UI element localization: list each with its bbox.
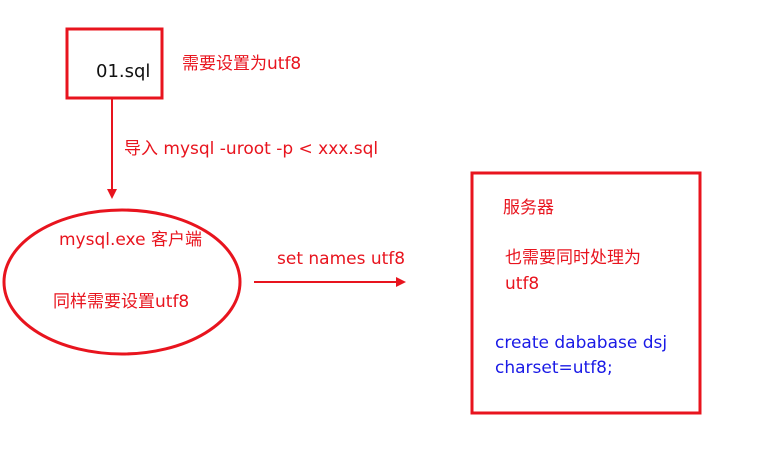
server-title: 服务器 — [503, 198, 554, 218]
import-note: 导入 mysql -uroot -p < xxx.sql — [124, 139, 379, 159]
set-names-label: set names utf8 — [277, 249, 406, 269]
server-note-line2: utf8 — [505, 274, 540, 294]
file-note: 需要设置为utf8 — [182, 54, 302, 74]
server-sql-line2: charset=utf8; — [495, 358, 613, 378]
client-note: 同样需要设置utf8 — [53, 292, 190, 312]
client-title: mysql.exe 客户端 — [59, 230, 202, 250]
server-note-line1: 也需要同时处理为 — [505, 248, 641, 268]
server-sql-line1: create dababase dsj — [495, 333, 668, 353]
file-label: 01.sql — [96, 61, 151, 82]
